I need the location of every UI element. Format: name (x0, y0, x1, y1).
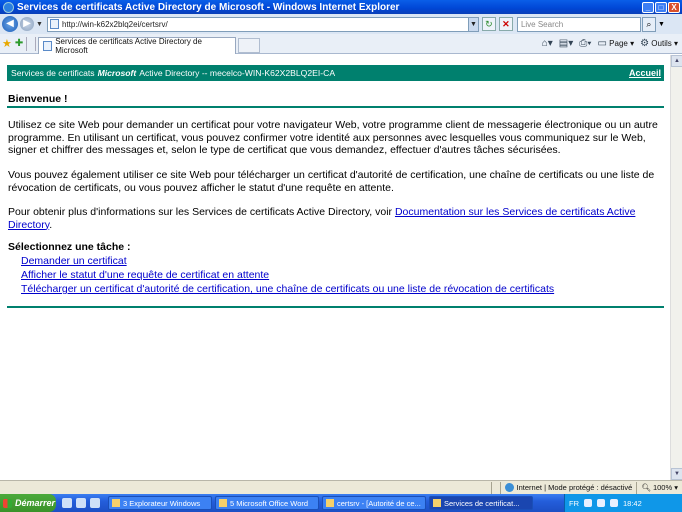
ie-icon[interactable] (90, 498, 100, 508)
navigation-bar: ◀ ▶ ▼ http://win-k62x2blq2ei/certsrv/ ▼ … (0, 14, 682, 34)
tab-page-icon (43, 40, 53, 51)
favorites-star-icon[interactable]: ★ (2, 37, 12, 50)
start-label: Démarrer (15, 498, 56, 508)
print-icon[interactable]: ⎙▾ (579, 38, 591, 49)
search-input[interactable]: Live Search (516, 16, 641, 32)
show-desktop-icon[interactable] (62, 498, 72, 508)
start-button[interactable]: Démarrer (0, 494, 56, 512)
feeds-icon[interactable]: ▤▾ (559, 38, 573, 49)
refresh-button[interactable]: ↻ (481, 17, 496, 31)
page-menu[interactable]: ▭ Page ▾ (597, 38, 634, 49)
search-icon[interactable]: ⌕ (641, 16, 656, 32)
divider (7, 306, 664, 308)
ie-logo-icon (3, 1, 14, 13)
explorer-icon[interactable] (76, 498, 86, 508)
forward-button[interactable]: ▶ (20, 17, 34, 31)
status-zone: Internet | Mode protégé : désactivé (499, 481, 637, 494)
download-ca-certificate-link[interactable]: Télécharger un certificat d'autorité de … (21, 283, 554, 295)
language-indicator[interactable]: FR (569, 499, 579, 508)
quick-tabs-icon[interactable] (26, 36, 37, 51)
page-icon: ▭ (597, 38, 607, 49)
request-certificate-link[interactable]: Demander un certificat (21, 255, 127, 267)
tools-menu[interactable]: ⚙ Outils ▾ (640, 38, 678, 49)
tab-certsrv[interactable]: Services de certificats Active Directory… (38, 36, 237, 55)
doc-prefix: Pour obtenir plus d'informations sur les… (8, 206, 395, 218)
header-prefix: Services de certificats (11, 68, 95, 78)
status-bar: Internet | Mode protégé : désactivé 🔍︎ 1… (0, 480, 682, 494)
taskbar-button-explorer[interactable]: 3 Explorateur Windows (108, 496, 212, 510)
windows-taskbar: Démarrer 3 Explorateur Windows 5 Microso… (0, 494, 682, 512)
address-dropdown-icon[interactable]: ▼ (467, 17, 478, 31)
taskbar-button-certsrv[interactable]: certsrv - [Autorité de ce... (322, 496, 426, 510)
gear-icon: ⚙ (640, 38, 650, 49)
search-dropdown-icon[interactable]: ▼ (658, 21, 665, 28)
documentation-paragraph: Pour obtenir plus d'informations sur les… (8, 206, 660, 231)
taskbar-label: certsrv - [Autorité de ce... (337, 498, 421, 508)
taskbar-button-word[interactable]: 5 Microsoft Office Word (215, 496, 319, 510)
page-icon (49, 19, 59, 29)
taskbar-label: 5 Microsoft Office Word (230, 498, 309, 508)
word-icon (219, 499, 227, 507)
minimize-button[interactable]: _ (642, 1, 654, 13)
taskbar-label: 3 Explorateur Windows (123, 498, 201, 508)
window-titlebar: Services de certificats Active Directory… (0, 0, 682, 14)
new-tab-button[interactable] (238, 37, 261, 53)
add-favorites-icon[interactable]: ✚ (15, 38, 23, 49)
history-dropdown-icon[interactable]: ▼ (36, 21, 43, 28)
tray-icon[interactable] (584, 499, 592, 507)
zoom-level: 100% (652, 483, 673, 492)
page-header-band: Services de certificats Microsoft Active… (7, 65, 664, 81)
header-suffix: Active Directory -- mecelco-WIN-K62X2BLQ… (139, 68, 336, 78)
pending-request-status-link[interactable]: Afficher le statut d'une requête de cert… (21, 269, 269, 281)
address-input[interactable]: http://win-k62x2blq2ei/certsrv/ (62, 20, 468, 29)
status-icon-slot (490, 481, 500, 494)
system-tray: FR 18:42 (564, 494, 682, 512)
maximize-button[interactable]: □ (655, 1, 667, 13)
address-bar[interactable]: http://win-k62x2blq2ei/certsrv/ ▼ (46, 16, 479, 32)
quick-launch (62, 498, 100, 508)
volume-icon[interactable] (610, 499, 618, 507)
zoom-control[interactable]: 🔍︎ 100% ▾ (636, 481, 682, 494)
back-button[interactable]: ◀ (2, 16, 18, 32)
page-title: Bienvenue ! (8, 93, 68, 105)
window-controls: _ □ X (642, 1, 680, 13)
tasks-heading: Sélectionnez une tâche : (8, 241, 131, 253)
globe-icon (504, 483, 514, 492)
windows-flag-icon (3, 498, 12, 508)
download-paragraph: Vous pouvez également utiliser ce site W… (8, 169, 655, 194)
mmc-icon (326, 499, 334, 507)
window-title: Services de certificats Active Directory… (17, 1, 400, 13)
scroll-up-icon[interactable]: ▲ (671, 55, 682, 67)
doc-suffix: . (49, 218, 53, 231)
clock: 18:42 (623, 498, 642, 508)
home-link[interactable]: Accueil (629, 68, 661, 78)
tab-label: Services de certificats Active Directory… (55, 36, 202, 55)
divider (7, 106, 664, 108)
page-content: Services de certificats Microsoft Active… (0, 55, 670, 480)
header-brand: Microsoft (97, 68, 137, 78)
intro-paragraph: Utilisez ce site Web pour demander un ce… (8, 119, 658, 156)
stop-button[interactable]: ✕ (498, 17, 513, 31)
page-menu-label: Page (609, 39, 628, 48)
home-icon[interactable]: ⌂▾ (542, 38, 553, 49)
magnifier-icon: 🔍︎ (641, 483, 651, 492)
scroll-down-icon[interactable]: ▼ (671, 468, 682, 480)
zone-text: Internet | Mode protégé : désactivé (516, 483, 633, 492)
ie-icon (433, 499, 441, 507)
taskbar-label: Services de certificat... (444, 498, 520, 508)
close-button[interactable]: X (668, 1, 680, 13)
tab-bar: ★ ✚ Services de certificats Active Direc… (0, 34, 682, 55)
command-bar: ⌂▾ ▤▾ ⎙▾ ▭ Page ▾ ⚙ Outils ▾ (542, 38, 682, 49)
taskbar-button-ie[interactable]: Services de certificat... (429, 496, 533, 510)
folder-icon (112, 499, 120, 507)
vertical-scrollbar[interactable]: ▲ ▼ (670, 55, 682, 480)
tray-icon[interactable] (597, 499, 605, 507)
tools-menu-label: Outils (651, 39, 672, 48)
